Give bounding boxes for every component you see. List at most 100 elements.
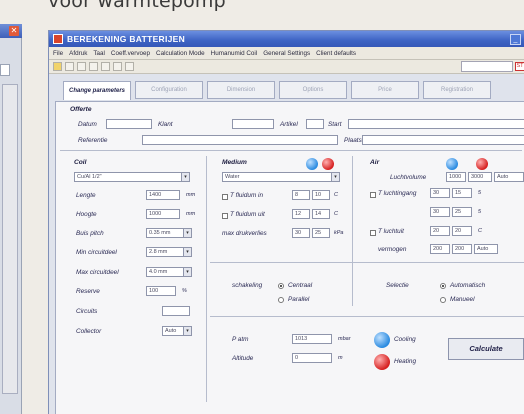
circuits-input[interactable] xyxy=(162,306,190,316)
air-in-input-2[interactable]: 15 xyxy=(452,188,472,198)
fluid-in-checkbox[interactable] xyxy=(222,194,228,200)
buis-pitch-value: 0.35 mm xyxy=(149,230,171,236)
parameters-panel: Offerte Datum Klant Artikel Start Refere… xyxy=(55,101,524,414)
start-input[interactable] xyxy=(348,119,524,129)
cooling-indicator-icon[interactable] xyxy=(446,158,458,170)
p-atm-label: P atm xyxy=(232,336,249,343)
radio-automatisch[interactable] xyxy=(440,283,446,289)
collector-value: Auto xyxy=(165,328,177,334)
tab-change-parameters[interactable]: Change parameters xyxy=(63,81,131,100)
air-volume-select[interactable]: Auto xyxy=(494,172,524,182)
collector-select[interactable]: Auto ▾ xyxy=(162,326,192,336)
capacity-input-2[interactable]: 200 xyxy=(452,244,472,254)
buis-pitch-select[interactable]: 0.35 mm ▾ xyxy=(146,228,192,238)
coil-row-label: Buis pitch xyxy=(76,230,104,237)
p-atm-input[interactable]: 1013 xyxy=(292,334,332,344)
hoogte-input[interactable]: 1000 xyxy=(146,209,180,219)
divider xyxy=(210,262,524,263)
heating-icon[interactable] xyxy=(374,354,390,370)
altitude-label: Altitude xyxy=(232,355,254,362)
minimize-button[interactable]: _ xyxy=(510,33,521,45)
air-volume-input-1[interactable]: 1000 xyxy=(446,172,466,182)
air-humidity-input-2[interactable]: 25 xyxy=(452,207,472,217)
divider xyxy=(352,156,353,306)
print-icon[interactable] xyxy=(77,62,86,71)
capacity-mode: Auto xyxy=(477,246,489,252)
medium-type-select[interactable]: Water ▾ xyxy=(222,172,340,182)
air-humidity-input-1[interactable]: 30 xyxy=(430,207,450,217)
max-circuit-select[interactable]: 4.0 mm ▾ xyxy=(146,267,192,277)
air-out-input-2[interactable]: 20 xyxy=(452,226,472,236)
tab-options[interactable]: Options xyxy=(279,81,347,99)
menu-general-settings[interactable]: General Settings xyxy=(263,50,310,57)
background-window-panel xyxy=(2,84,18,394)
heating-indicator-icon[interactable] xyxy=(476,158,488,170)
reserve-input[interactable]: 100 xyxy=(146,286,176,296)
copy-icon[interactable] xyxy=(89,62,98,71)
save-icon[interactable] xyxy=(65,62,74,71)
fluid-out-input-2[interactable]: 14 xyxy=(312,209,330,219)
artikel-input[interactable] xyxy=(306,119,324,129)
radio-manueel[interactable] xyxy=(440,297,446,303)
open-icon[interactable] xyxy=(53,62,62,71)
centraal-label: Centraal xyxy=(288,282,313,289)
chevron-down-icon: ▾ xyxy=(183,248,191,256)
calculate-button[interactable]: Calculate xyxy=(448,338,524,360)
air-volume-input-2[interactable]: 3000 xyxy=(468,172,492,182)
medium-type-value: Water xyxy=(225,174,240,180)
air-header: Air xyxy=(370,159,380,166)
info-icon[interactable] xyxy=(125,62,134,71)
altitude-input[interactable]: 0 xyxy=(292,353,332,363)
air-out-checkbox[interactable] xyxy=(370,230,376,236)
tab-registration[interactable]: Registration xyxy=(423,81,491,99)
heating-indicator-icon[interactable] xyxy=(322,158,334,170)
capacity-select[interactable]: Auto xyxy=(474,244,498,254)
menu-file[interactable]: File xyxy=(53,50,63,57)
menu-calculation-mode[interactable]: Calculation Mode xyxy=(156,50,205,57)
menu-taal[interactable]: Taal xyxy=(93,50,105,57)
p-atm-unit: mbar xyxy=(338,336,351,342)
menu-humanumid-coil[interactable]: Humanumid Coil xyxy=(211,50,258,57)
toolbar-badge[interactable]: ST xyxy=(515,62,524,71)
paste-icon[interactable] xyxy=(101,62,110,71)
min-circuit-select[interactable]: 2.8 mm ▾ xyxy=(146,247,192,257)
referentie-input[interactable] xyxy=(142,135,338,145)
fluid-out-checkbox[interactable] xyxy=(222,213,228,219)
plaats-input[interactable] xyxy=(362,135,524,145)
menu-afdruk[interactable]: Afdruk xyxy=(69,50,87,57)
menu-client-defaults[interactable]: Client defaults xyxy=(316,50,356,57)
datum-input[interactable] xyxy=(106,119,152,129)
cooling-icon[interactable] xyxy=(374,332,390,348)
artikel-label: Artikel xyxy=(280,121,298,128)
fluid-out-input-1[interactable]: 12 xyxy=(292,209,310,219)
selectie-label: Selectie xyxy=(386,282,409,289)
close-icon[interactable]: ✕ xyxy=(9,26,19,36)
tab-price[interactable]: Price xyxy=(351,81,419,99)
help-icon[interactable] xyxy=(113,62,122,71)
lengte-input[interactable]: 1400 xyxy=(146,190,180,200)
datum-label: Datum xyxy=(78,121,97,128)
fluid-in-input-2[interactable]: 10 xyxy=(312,190,330,200)
coil-type-select[interactable]: Cu/Al 1/2" ▾ xyxy=(74,172,190,182)
fluid-in-input-1[interactable]: 8 xyxy=(292,190,310,200)
medium-row-label: T fluidum in xyxy=(230,192,264,199)
klant-input[interactable] xyxy=(232,119,274,129)
air-out-input-1[interactable]: 20 xyxy=(430,226,450,236)
air-in-checkbox[interactable] xyxy=(370,192,376,198)
cooling-indicator-icon[interactable] xyxy=(306,158,318,170)
capacity-input-1[interactable]: 200 xyxy=(430,244,450,254)
pressure-input-1[interactable]: 30 xyxy=(292,228,310,238)
tab-configuration[interactable]: Configuration xyxy=(135,81,203,99)
chevron-down-icon: ▾ xyxy=(181,173,189,181)
toolbar-field[interactable] xyxy=(461,61,513,72)
air-in-input-1[interactable]: 30 xyxy=(430,188,450,198)
menu-coeff[interactable]: Coeff.vervoep xyxy=(111,50,150,57)
offerte-header: Offerte xyxy=(70,106,92,113)
coil-type-value: Cu/Al 1/2" xyxy=(77,174,102,180)
radio-parallel[interactable] xyxy=(278,297,284,303)
radio-centraal[interactable] xyxy=(278,283,284,289)
automatisch-label: Automatisch xyxy=(450,282,486,289)
tab-dimension[interactable]: Dimension xyxy=(207,81,275,99)
referentie-label: Referentie xyxy=(78,137,108,144)
pressure-input-2[interactable]: 25 xyxy=(312,228,330,238)
